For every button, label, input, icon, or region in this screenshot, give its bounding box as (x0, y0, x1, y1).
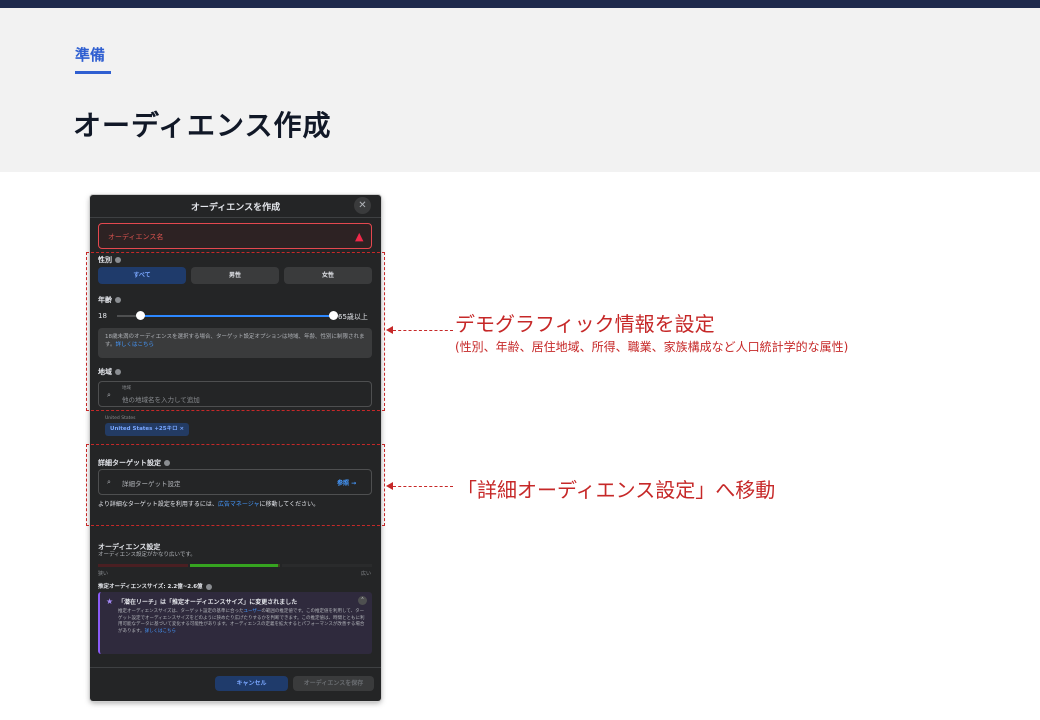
meter-segment-narrow (98, 564, 188, 567)
location-chip[interactable]: United States +25キロ × (105, 423, 190, 436)
info-icon[interactable] (205, 583, 212, 590)
detailed-targeting-highlight-box (86, 444, 385, 526)
audience-definition-subtitle: オーディエンス設定がかなり広いです。 (98, 552, 196, 558)
dialog-title: オーディエンスを作成 (190, 203, 281, 213)
detailed-arrow-head (386, 482, 393, 490)
demographic-arrow-line (393, 330, 453, 331)
demographic-annotation-sub: (性別、年齢、居住地域、所得、職業、家族構成など人口統計学的な属性) (455, 340, 849, 354)
detailed-annotation: 「詳細オーディエンス設定」へ移動 (457, 478, 776, 502)
notice-body: 推定オーディエンスサイズは、ターゲット設定の基準に合ったユーザーの範囲の推定値で… (118, 609, 368, 635)
reach-change-notice: ★ 「潜在リーチ」は「推定オーディエンスサイズ」に変更されました ⌃ 推定オーデ… (98, 592, 372, 654)
footer-divider (90, 667, 381, 668)
close-icon[interactable]: ✕ (354, 197, 371, 214)
estimated-audience-text: 推定オーディエンスサイズ: 2.2億~2.6億 (98, 584, 203, 590)
warning-icon: ▲ (355, 230, 364, 243)
dialog-divider (90, 217, 381, 218)
meter-segment-wide-track (282, 564, 372, 567)
save-audience-button[interactable]: オーディエンスを保存 (293, 676, 374, 691)
notice-title: 「潜在リーチ」は「推定オーディエンスサイズ」に変更されました (118, 599, 298, 606)
chevron-up-icon[interactable]: ⌃ (358, 596, 367, 605)
detailed-arrow-line (393, 486, 453, 487)
meter-indicator (190, 564, 278, 567)
demographic-annotation: デモグラフィック情報を設定 (455, 312, 715, 336)
demographic-arrow-head (386, 326, 393, 334)
page-header (0, 8, 1040, 172)
users-link[interactable]: ユーザー (243, 609, 261, 614)
top-bar (0, 0, 1040, 8)
notice-learn-more-link[interactable]: 詳しくはこちら (145, 629, 177, 634)
sparkle-icon: ★ (106, 597, 114, 606)
section-underline (75, 71, 111, 74)
notice-body-part1: 推定オーディエンスサイズは、ターゲット設定の基準に合った (118, 609, 244, 614)
cancel-button[interactable]: キャンセル (215, 676, 288, 691)
section-label: 準備 (75, 46, 106, 64)
meter-wide-label: 広い (361, 571, 372, 577)
page-title: オーディエンス作成 (73, 109, 332, 142)
audience-name-placeholder: オーディエンス名 (108, 233, 164, 241)
estimated-audience-size: 推定オーディエンスサイズ: 2.2億~2.6億 (98, 582, 212, 590)
audience-name-input[interactable]: オーディエンス名 ▲ (98, 223, 372, 249)
meter-narrow-label: 狭い (98, 571, 109, 577)
country-label: United States (105, 416, 136, 421)
demographic-highlight-box (86, 252, 385, 411)
